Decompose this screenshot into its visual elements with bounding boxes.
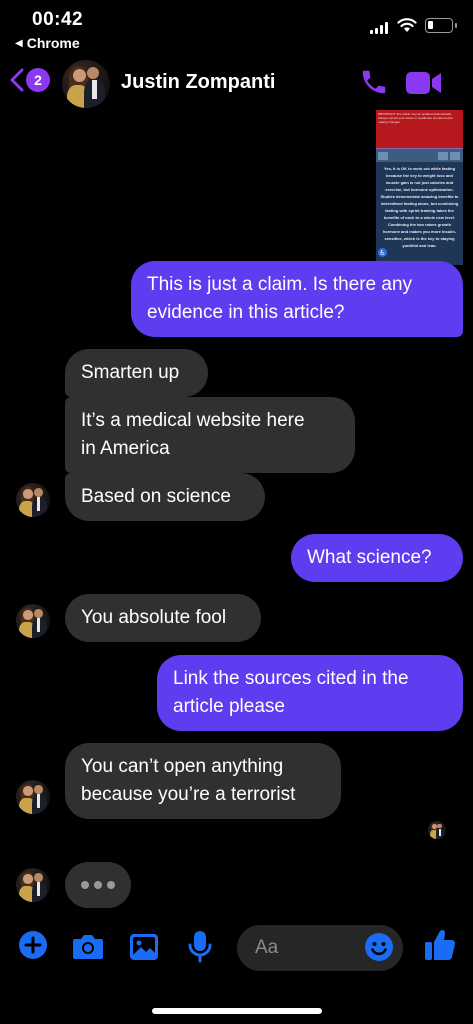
- contact-name[interactable]: Justin Zompanti: [121, 71, 275, 94]
- shared-image-text: Yes, it is OK to work out while fasting …: [380, 166, 459, 248]
- video-call-icon[interactable]: [405, 70, 443, 96]
- battery-icon: [425, 18, 457, 33]
- wifi-icon: [397, 18, 417, 32]
- back-to-app-link[interactable]: ◀ Chrome: [15, 35, 80, 51]
- message-incoming[interactable]: It’s a medical website here in America: [65, 397, 355, 473]
- typing-indicator: [65, 862, 131, 908]
- message-outgoing[interactable]: What science?: [291, 534, 463, 582]
- thumbs-up-icon[interactable]: [424, 928, 456, 962]
- unread-count-badge: 2: [26, 68, 50, 92]
- clock: 00:42: [32, 9, 84, 30]
- shared-image-banner: IMPORTANT: this article may be updated a…: [376, 110, 463, 148]
- message-incoming[interactable]: Based on science: [65, 473, 265, 521]
- message-incoming[interactable]: You can’t open anything because you’re a…: [65, 743, 341, 819]
- message-incoming[interactable]: You absolute fool: [65, 594, 261, 642]
- message-incoming[interactable]: Smarten up: [65, 349, 208, 397]
- sender-avatar[interactable]: [16, 780, 50, 814]
- back-app-label: Chrome: [26, 35, 80, 51]
- shared-article-screenshot[interactable]: IMPORTANT: this article may be updated a…: [376, 110, 463, 265]
- seen-receipt-avatar: [428, 821, 446, 839]
- contact-avatar[interactable]: [62, 60, 110, 108]
- sender-avatar[interactable]: [16, 483, 50, 517]
- phone-call-icon[interactable]: [359, 67, 389, 97]
- chevron-left-icon: [10, 68, 24, 92]
- photo-gallery-icon[interactable]: [129, 933, 159, 961]
- typing-avatar: [16, 868, 50, 902]
- home-indicator: [152, 1008, 322, 1014]
- accessibility-icon: ♿: [378, 248, 387, 257]
- camera-icon[interactable]: [72, 932, 104, 960]
- emoji-icon[interactable]: [364, 932, 394, 962]
- message-composer: [0, 924, 473, 974]
- message-input[interactable]: [255, 935, 355, 961]
- cellular-signal-icon: [370, 22, 388, 34]
- message-input-container[interactable]: [237, 925, 403, 971]
- microphone-icon[interactable]: [188, 930, 212, 964]
- back-button[interactable]: 2: [10, 68, 50, 92]
- conversation-header: 2 Justin Zompanti: [0, 58, 473, 110]
- back-triangle-icon: ◀: [15, 37, 23, 49]
- status-bar: 00:42 ◀ Chrome: [0, 0, 473, 58]
- plus-icon[interactable]: [18, 930, 48, 960]
- sender-avatar[interactable]: [16, 604, 50, 638]
- message-outgoing[interactable]: Link the sources cited in the article pl…: [157, 655, 463, 731]
- message-outgoing[interactable]: This is just a claim. Is there any evide…: [131, 261, 463, 337]
